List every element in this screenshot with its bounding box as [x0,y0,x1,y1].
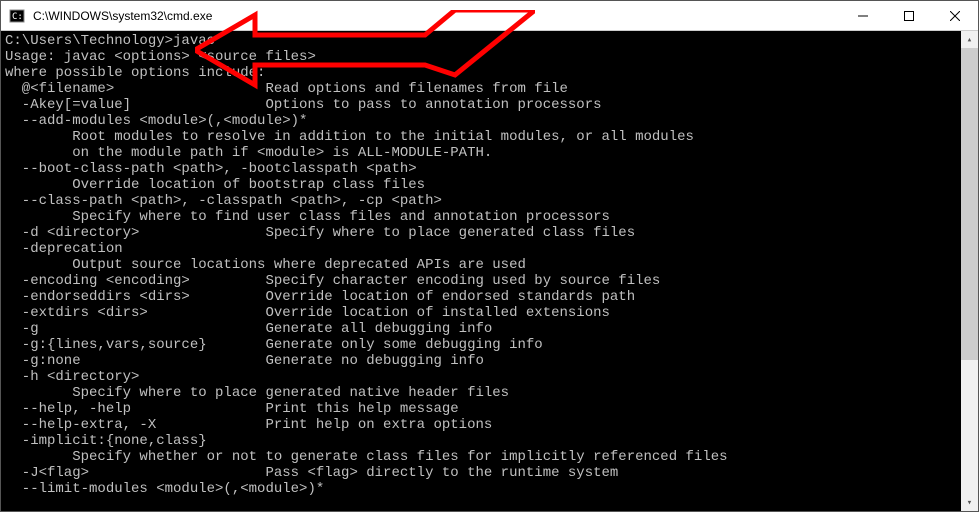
terminal-line: C:\Users\Technology>javac [5,33,974,49]
terminal-line: on the module path if <module> is ALL-MO… [5,145,974,161]
terminal-line: -extdirs <dirs> Override location of ins… [5,305,974,321]
terminal-line: --class-path <path>, -classpath <path>, … [5,193,974,209]
terminal-line: -endorseddirs <dirs> Override location o… [5,289,974,305]
terminal-line: -encoding <encoding> Specify character e… [5,273,974,289]
window-controls [840,1,978,30]
terminal-line: --limit-modules <module>(,<module>)* [5,481,974,497]
terminal-line: -d <directory> Specify where to place ge… [5,225,974,241]
window-title: C:\WINDOWS\system32\cmd.exe [33,9,840,23]
terminal-line: -implicit:{none,class} [5,433,974,449]
svg-text:C:: C: [12,12,23,22]
maximize-button[interactable] [886,1,932,30]
terminal-line: Override location of bootstrap class fil… [5,177,974,193]
terminal-line: Usage: javac <options> <source files> [5,49,974,65]
scroll-down-button[interactable]: ▾ [961,494,978,511]
terminal-line: Root modules to resolve in addition to t… [5,129,974,145]
terminal-line: where possible options include: [5,65,974,81]
terminal-line: Specify whether or not to generate class… [5,449,974,465]
terminal-line: --add-modules <module>(,<module>)* [5,113,974,129]
terminal-line: -Akey[=value] Options to pass to annotat… [5,97,974,113]
terminal-output: C:\Users\Technology>javacUsage: javac <o… [5,33,974,507]
scroll-track[interactable] [961,48,978,494]
terminal-line: -h <directory> [5,369,974,385]
terminal-line: -g:none Generate no debugging info [5,353,974,369]
close-button[interactable] [932,1,978,30]
terminal-line: --help-extra, -X Print help on extra opt… [5,417,974,433]
scroll-up-button[interactable]: ▴ [961,31,978,48]
titlebar[interactable]: C: C:\WINDOWS\system32\cmd.exe [1,1,978,31]
scrollbar[interactable]: ▴ ▾ [961,31,978,511]
terminal-line: Output source locations where deprecated… [5,257,974,273]
scroll-thumb[interactable] [961,48,978,360]
terminal-line: -g:{lines,vars,source} Generate only som… [5,337,974,353]
terminal-line: -J<flag> Pass <flag> directly to the run… [5,465,974,481]
cmd-window: C: C:\WINDOWS\system32\cmd.exe C:\Users\… [0,0,979,512]
terminal-line: -g Generate all debugging info [5,321,974,337]
terminal-line: --boot-class-path <path>, -bootclasspath… [5,161,974,177]
terminal-area[interactable]: C:\Users\Technology>javacUsage: javac <o… [1,31,978,511]
cmd-icon: C: [9,8,25,24]
minimize-button[interactable] [840,1,886,30]
terminal-line: @<filename> Read options and filenames f… [5,81,974,97]
terminal-line: Specify where to place generated native … [5,385,974,401]
terminal-line: Specify where to find user class files a… [5,209,974,225]
terminal-line: --help, -help Print this help message [5,401,974,417]
terminal-line: -deprecation [5,241,974,257]
